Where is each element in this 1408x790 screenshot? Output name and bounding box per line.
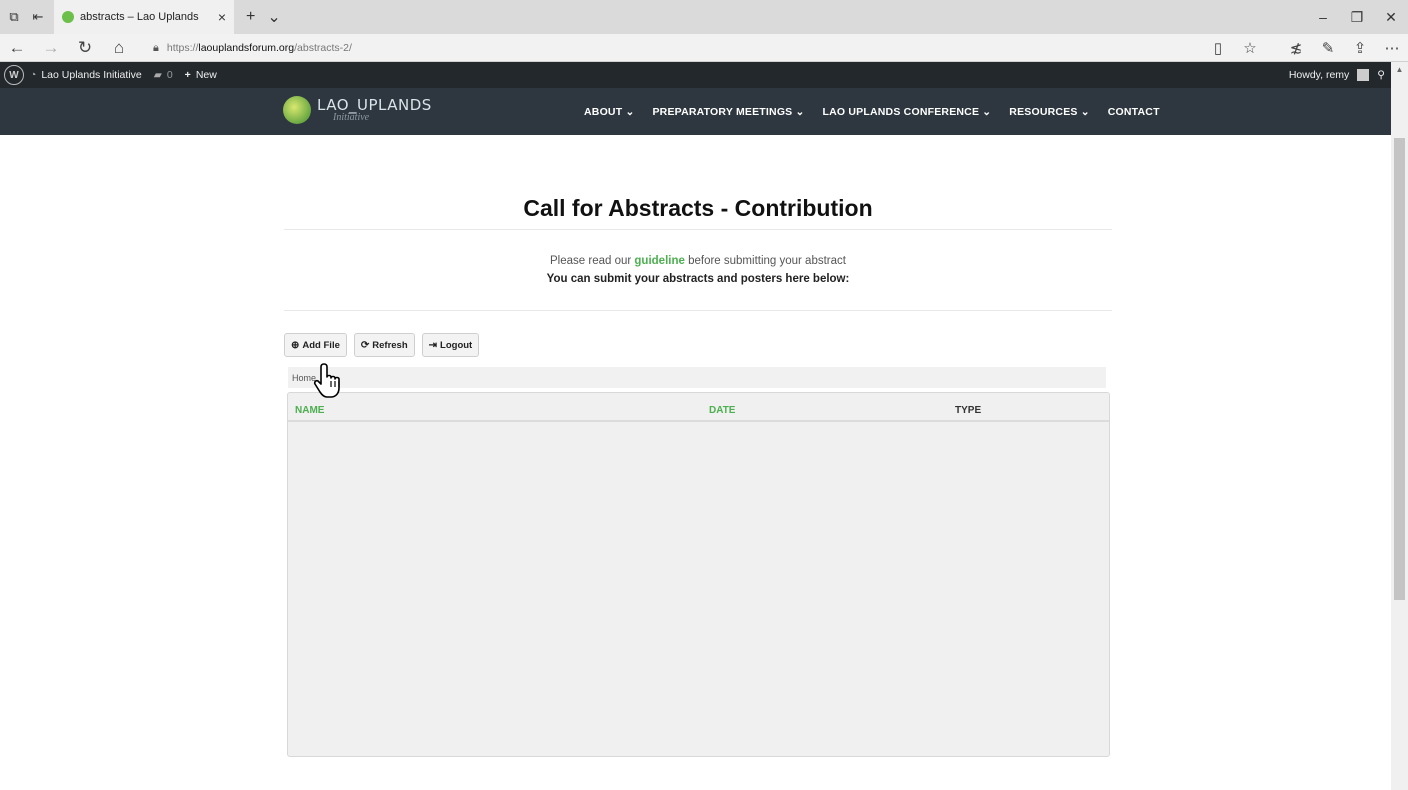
admin-search-icon[interactable]: ⚲ — [1377, 69, 1385, 81]
window-controls: – ❐ ✕ — [1306, 0, 1408, 34]
plus-circle-icon: ⊕ — [291, 339, 300, 351]
logout-icon: ⇥ — [428, 339, 438, 351]
tab-preview-chevron-icon[interactable]: ⌄ — [267, 7, 280, 27]
file-table: NAME DATE TYPE — [287, 392, 1110, 757]
divider — [284, 310, 1112, 311]
column-header-type: TYPE — [955, 405, 982, 416]
forward-icon[interactable]: → — [34, 34, 68, 62]
intro-bold-text: You can submit your abstracts and poster… — [546, 273, 850, 285]
menu-item-preparatory-meetings[interactable]: PREPARATORY MEETINGS ⌄ — [652, 106, 804, 118]
file-toolbar: ⊕ Add File ⟳ Refresh ⇥ Logout — [284, 333, 480, 357]
web-note-icon[interactable]: ✎ — [1312, 34, 1344, 62]
new-content-link[interactable]: + New — [179, 62, 223, 88]
intro-text: Please read our guideline before submitt… — [284, 255, 1112, 267]
site-name-link[interactable]: ◔ Lao Uplands Initiative — [24, 62, 148, 88]
admin-bar-right: Howdy, remy ⚲ — [1289, 62, 1385, 88]
menu-item-lao-uplands-conference[interactable]: LAO UPLANDS CONFERENCE ⌄ — [823, 106, 992, 118]
share-icon[interactable]: ⇪ — [1344, 34, 1376, 62]
add-file-label: Add File — [302, 339, 340, 351]
url-path: /abstracts-2/ — [294, 42, 352, 54]
scroll-up-icon[interactable]: ▲ — [1391, 62, 1408, 76]
close-window-icon[interactable]: ✕ — [1374, 0, 1408, 34]
new-label: New — [195, 69, 217, 81]
refresh-page-icon[interactable]: ↻ — [68, 34, 102, 62]
site-header: LAO_UPLANDS Initiative ABOUT ⌄ PREPARATO… — [0, 88, 1391, 135]
main-menu: ABOUT ⌄ PREPARATORY MEETINGS ⌄ LAO UPLAN… — [584, 88, 1160, 135]
favorites-hub-icon[interactable]: ≴ — [1280, 34, 1312, 62]
favorite-star-icon[interactable]: ☆ — [1234, 34, 1266, 62]
logo-emblem-icon — [283, 96, 311, 124]
browser-toolbar-right: ▯ ☆ ≴ ✎ ⇪ ⋯ — [1202, 34, 1408, 62]
address-bar[interactable]: 🔒︎ https:// laouplandsforum.org /abstrac… — [145, 37, 1195, 59]
new-tab-icon[interactable]: + — [246, 8, 255, 26]
lock-icon: 🔒︎ — [153, 41, 159, 54]
comment-icon: ▰ — [153, 69, 162, 81]
restore-icon[interactable]: ❐ — [1340, 0, 1374, 34]
refresh-label: Refresh — [372, 339, 408, 351]
minimize-icon[interactable]: – — [1306, 0, 1340, 34]
logout-label: Logout — [440, 339, 473, 351]
home-icon[interactable]: ⌂ — [102, 34, 136, 62]
howdy-user-link[interactable]: Howdy, remy — [1289, 69, 1349, 81]
set-aside-tabs-icon[interactable]: ⇤ — [28, 7, 48, 27]
back-icon[interactable]: ← — [0, 34, 34, 62]
avatar[interactable] — [1357, 69, 1370, 81]
add-file-button[interactable]: ⊕ Add File — [284, 333, 347, 357]
tab-title: abstracts – Lao Uplands — [80, 11, 199, 23]
comments-count: 0 — [166, 69, 173, 81]
page-scrollbar[interactable]: ▲ — [1391, 62, 1408, 790]
hand-cursor-icon — [313, 363, 340, 398]
refresh-button[interactable]: ⟳ Refresh — [353, 333, 415, 357]
intro-after: before submitting your abstract — [684, 255, 846, 267]
close-tab-icon[interactable]: × — [218, 9, 226, 25]
more-icon[interactable]: ⋯ — [1376, 34, 1408, 62]
table-header: NAME DATE TYPE — [288, 393, 1109, 422]
wp-admin-bar: W ◔ Lao Uplands Initiative ▰ 0 + New How… — [0, 62, 1391, 88]
column-header-date[interactable]: DATE — [709, 405, 735, 416]
url-domain: laouplandsforum.org — [198, 42, 295, 54]
logo-subtitle: Initiative — [333, 111, 370, 123]
url-prefix: https:// — [166, 42, 199, 54]
browser-tab[interactable]: abstracts – Lao Uplands × — [54, 0, 234, 34]
dashboard-icon: ◔ — [30, 69, 37, 81]
site-name: Lao Uplands Initiative — [41, 69, 142, 81]
menu-item-resources[interactable]: RESOURCES ⌄ — [1009, 106, 1089, 118]
column-header-name[interactable]: NAME — [295, 405, 324, 416]
logout-button[interactable]: ⇥ Logout — [421, 333, 480, 357]
browser-tab-bar: ⧉ ⇤ abstracts – Lao Uplands × + ⌄ – ❐ ✕ — [0, 0, 1408, 34]
site-logo[interactable]: LAO_UPLANDS Initiative — [283, 96, 432, 124]
refresh-icon: ⟳ — [360, 339, 370, 351]
browser-nav-bar: ← → ↻ ⌂ 🔒︎ https:// laouplandsforum.org … — [0, 34, 1408, 62]
page-title: Call for Abstracts - Contribution — [523, 195, 873, 221]
wordpress-logo-icon[interactable]: W — [4, 65, 24, 85]
menu-item-about[interactable]: ABOUT ⌄ — [584, 106, 634, 118]
intro-before: Please read our — [550, 255, 635, 267]
site-favicon-icon — [62, 11, 74, 23]
guideline-link[interactable]: guideline — [634, 255, 684, 267]
tab-actions-icon[interactable]: ⧉ — [4, 7, 24, 27]
comments-link[interactable]: ▰ 0 — [148, 62, 179, 88]
plus-icon: + — [184, 69, 191, 81]
scrollbar-thumb[interactable] — [1394, 138, 1405, 600]
divider — [284, 229, 1112, 230]
reading-view-icon[interactable]: ▯ — [1202, 34, 1234, 62]
logo-title: LAO_UPLANDS — [317, 95, 432, 114]
menu-item-contact[interactable]: CONTACT — [1108, 106, 1160, 118]
breadcrumb: Home — [288, 367, 1106, 388]
